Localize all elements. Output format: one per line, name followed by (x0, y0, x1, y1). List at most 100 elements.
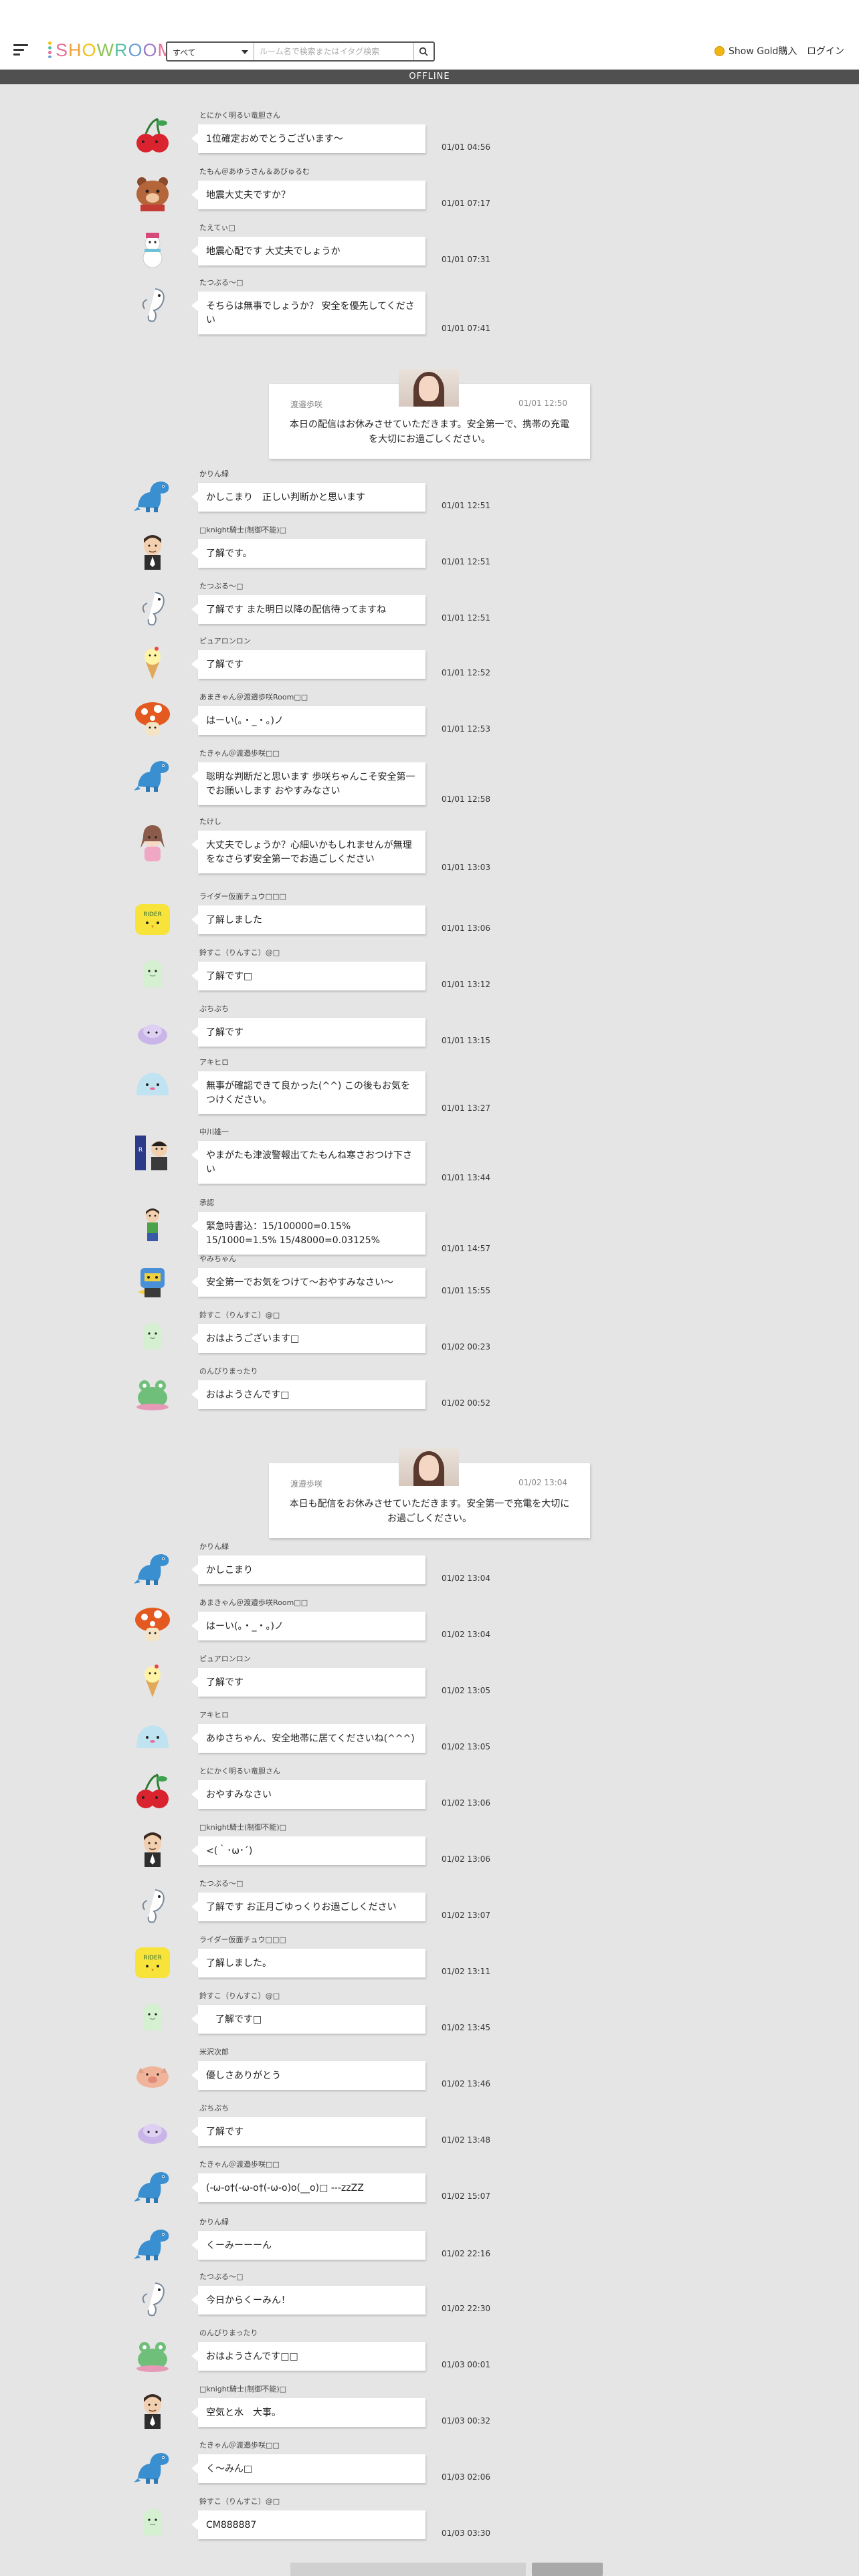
comment-item: ぷちぷち 了解です 01/02 13:48 (131, 2103, 506, 2157)
comment-input-bar[interactable] (290, 2563, 526, 2576)
comment-bubble: 聡明な判断だと思います 歩咲ちゃんこそ安全第一でお願いします おやすみなさい (191, 762, 425, 805)
dino-avatar-icon[interactable] (131, 2164, 174, 2207)
comment-bubble: かしこまり 正しい判断かと思います (191, 483, 425, 512)
chick-avatar-icon[interactable]: RIDER (131, 896, 174, 939)
comment-timestamp: 01/02 13:06 (442, 1854, 490, 1864)
comment-item: かりん緑 かしこまり 正しい判断かと思います 01/01 12:51 (131, 468, 506, 523)
slime-avatar-icon[interactable] (131, 1715, 174, 1757)
dino-avatar-icon[interactable] (131, 1546, 174, 1589)
seahorse-avatar-icon[interactable] (131, 282, 174, 325)
comment-timestamp: 01/01 12:53 (442, 724, 490, 734)
comment-item: 承認 緊急時書込：15/100000=0.15% 15/1000=1.5% 15/… (131, 1197, 506, 1255)
comment-item: やみちゃん 安全第一でお気をつけて〜おやすみなさい〜 01/01 15:55 (131, 1253, 506, 1308)
slime-avatar-icon[interactable] (131, 1062, 174, 1105)
commenter-name: アキヒロ (199, 1711, 229, 1719)
commenter-name: □knight騎士(制御不能)□ (199, 526, 287, 534)
cherry-avatar-icon[interactable] (131, 1771, 174, 1814)
comment-item: かりん緑 かしこまり 01/02 13:04 (131, 1541, 506, 1596)
svg-text:RIDER: RIDER (143, 911, 162, 918)
comment-item: 米沢次郎 優しさありがとう 01/02 13:46 (131, 2046, 506, 2101)
comment-timestamp: 01/02 13:05 (442, 1686, 490, 1695)
comment-bubble: 了解です (191, 2117, 425, 2146)
commenter-name: 鈴すこ（りんすこ）@□ (199, 2497, 280, 2506)
commenter-name: ライダー仮面チュウ□□□ (199, 892, 286, 901)
comment-bubble: 1位確定おめでとうございます〜 (191, 124, 425, 153)
boy-avatar-icon[interactable] (131, 1202, 174, 1245)
blob-avatar-icon[interactable] (131, 1008, 174, 1051)
commenter-name: ピュアロンロン (199, 637, 251, 645)
broadcaster-telop: 渡邉歩咲 01/02 13:04 本日も配信をお休みさせていただきます。安全第一で充… (269, 1448, 590, 1538)
seahorse-avatar-icon[interactable] (131, 586, 174, 629)
commenter-name: たけし (199, 817, 221, 826)
comment-timestamp: 01/01 14:57 (442, 1244, 490, 1253)
comment-item: RIDER ライダー仮面チュウ□□□ 了解しました 01/01 13:06 (131, 891, 506, 946)
comment-timestamp: 01/02 13:46 (442, 2079, 490, 2088)
comment-bubble: やまがたも津波警報出てたもんね寒さおつけ下さい (191, 1141, 425, 1184)
comment-bubble: 了解です□ (191, 962, 425, 990)
comment-item: □knight騎士(制御不能)□ <(｀･ω･´) 01/02 13:06 (131, 1822, 506, 1876)
seahorse-avatar-icon[interactable] (131, 2276, 174, 2319)
mushroom-avatar-icon[interactable] (131, 697, 174, 740)
comment-bubble: 無事が確認できて良かった(^^) この後もお気をつけください。 (191, 1071, 425, 1114)
cherry-avatar-icon[interactable] (131, 115, 174, 158)
bear-avatar-icon[interactable] (131, 171, 174, 214)
pig-avatar-icon[interactable] (131, 2052, 174, 2095)
comment-timestamp: 01/01 13:12 (442, 980, 490, 989)
snowman-avatar-icon[interactable] (131, 227, 174, 270)
frog-avatar-icon[interactable] (131, 1371, 174, 1414)
comment-bubble: <(｀･ω･´) (191, 1836, 425, 1865)
frog-avatar-icon[interactable] (131, 2333, 174, 2375)
ghost-avatar-icon[interactable] (131, 2501, 174, 2544)
dino-avatar-icon[interactable] (131, 753, 174, 796)
comment-bubble: くーみーーーん (191, 2231, 425, 2260)
comment-bubble: 大丈夫でしょうか？心細いかもしれませんが無理をなさらず安全第一でお過ごしください (191, 831, 425, 873)
telop-message: 本日も配信をお休みさせていただきます。安全第一で充電を大切にお過ごしください。 (289, 1499, 570, 1525)
comment-item: □knight騎士(制御不能)□ 空気と水 大事。 01/03 00:32 (131, 2383, 506, 2438)
comment-timestamp: 01/02 22:16 (442, 2249, 490, 2258)
mushroom-avatar-icon[interactable] (131, 1602, 174, 1645)
comment-bubble: おはようさんです□□ (191, 2342, 425, 2371)
broadcaster-photo (399, 369, 459, 407)
girl-avatar-icon[interactable] (131, 821, 174, 864)
comment-timestamp: 01/01 12:51 (442, 501, 490, 510)
commenter-name: のんびりまったり (199, 1367, 258, 1376)
commenter-name: 鈴すこ（りんすこ）@□ (199, 948, 280, 957)
comment-timestamp: 01/01 13:03 (442, 863, 490, 872)
comment-item: たえてぃ□ 地震心配です 大丈夫でしょうか 01/01 07:31 (131, 222, 506, 277)
man-avatar-icon[interactable] (131, 530, 174, 572)
ghost-avatar-icon[interactable] (131, 1996, 174, 2038)
comment-timestamp: 01/01 12:52 (442, 668, 490, 677)
blob-avatar-icon[interactable] (131, 2108, 174, 2151)
dino-avatar-icon[interactable] (131, 2222, 174, 2264)
comment-bubble: あゆさちゃん、安全地帯に居てくださいね(^^^) (191, 1724, 425, 1753)
ghost-avatar-icon[interactable] (131, 952, 174, 995)
commenter-name: あまきゃん＠渡邉歩咲Room□□ (199, 693, 308, 702)
comment-bubble: 地震大丈夫ですか？ (191, 181, 425, 209)
comment-submit-button[interactable] (532, 2563, 603, 2576)
icecream-avatar-icon[interactable] (131, 1658, 174, 1701)
chick-avatar-icon[interactable]: RIDER (131, 1939, 174, 1982)
comment-item: たつぶる〜□ 了解です また明日以降の配信待ってますね 01/01 12:51 (131, 580, 506, 635)
man-avatar-icon[interactable] (131, 2389, 174, 2432)
comment-item: 鈴すこ（りんすこ）@□ おはようございます□ 01/02 00:23 (131, 1309, 506, 1364)
commenter-name: ピュアロンロン (199, 1654, 251, 1663)
comment-bubble: そちらは無事でしょうか？ 安全を優先してください (191, 292, 425, 334)
ghost-avatar-icon[interactable] (131, 1315, 174, 1358)
comment-item: たけし大丈夫でしょうか？心細いかもしれませんが無理をなさらず安全第一でお過ごしく… (131, 816, 506, 873)
comment-item: とにかく明るい竜胆さん おやすみなさい 01/02 13:06 (131, 1765, 506, 1820)
robot-avatar-icon[interactable] (131, 1259, 174, 1301)
comment-timestamp: 01/03 03:30 (442, 2529, 490, 2538)
comment-bubble: はーい(。・_・。)ノ (191, 706, 425, 735)
comment-bubble: 地震心配です 大丈夫でしょうか (191, 237, 425, 265)
seahorse-avatar-icon[interactable] (131, 1883, 174, 1926)
man-avatar-icon[interactable] (131, 1827, 174, 1870)
comment-timestamp: 01/02 13:06 (442, 1798, 490, 1808)
dino-avatar-icon[interactable] (131, 473, 174, 516)
comment-item: のんびりまったり おはようさんです□ 01/02 00:52 (131, 1366, 506, 1420)
comment-bubble: (-ω-o†(-ω-o†(-ω-o)o(__o)□ ---zzZZ (191, 2173, 425, 2202)
icecream-avatar-icon[interactable] (131, 641, 174, 683)
panel-avatar-icon[interactable]: R (131, 1132, 174, 1174)
commenter-name: かりん緑 (199, 1542, 229, 1551)
comment-item: たつぶる〜□ そちらは無事でしょうか？ 安全を優先してください 01/01 07:4… (131, 277, 506, 334)
dino-avatar-icon[interactable] (131, 2445, 174, 2488)
